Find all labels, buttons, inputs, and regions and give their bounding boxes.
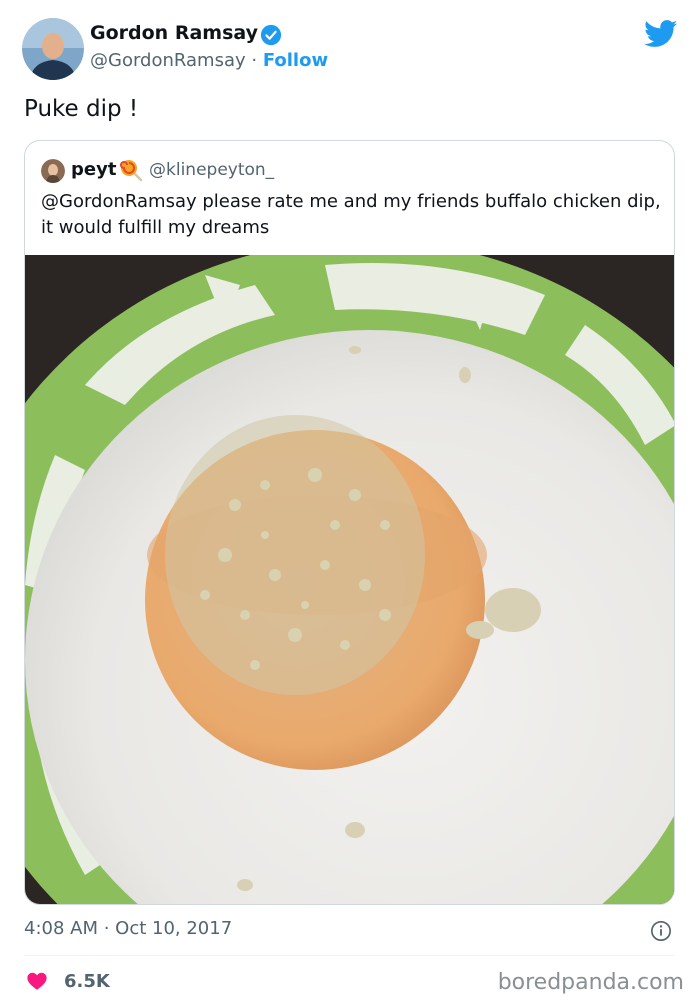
info-icon[interactable] — [650, 920, 672, 942]
author-avatar[interactable] — [22, 18, 84, 80]
like-count[interactable]: 6.5K — [64, 971, 110, 992]
tweet-text: Puke dip ! — [24, 96, 139, 122]
author-handle[interactable]: @GordonRamsay — [90, 50, 246, 71]
author-handle-line: @GordonRamsay · Follow — [90, 50, 328, 71]
quoted-tweet-card[interactable]: peyt @klinepeyton_ @GordonRamsay please … — [24, 140, 675, 905]
quoted-text: @GordonRamsay please rate me and my frie… — [41, 191, 661, 238]
twitter-bird-icon[interactable] — [644, 20, 678, 48]
quoted-handle[interactable]: @klinepeyton_ — [149, 160, 274, 180]
handle-separator: · — [245, 50, 263, 71]
verified-badge-icon — [260, 24, 282, 46]
heart-icon[interactable] — [26, 970, 48, 992]
lollipop-emoji-icon — [120, 160, 143, 182]
follow-button[interactable]: Follow — [263, 50, 328, 71]
author-name[interactable]: Gordon Ramsay — [90, 22, 258, 44]
quoted-name[interactable]: peyt — [71, 159, 116, 180]
buffalo-dip-photo[interactable] — [25, 255, 675, 905]
footer-divider — [24, 955, 675, 956]
quoted-avatar[interactable] — [41, 159, 65, 183]
source-watermark: boredpanda.com — [497, 970, 684, 995]
tweet-timestamp[interactable]: 4:08 AM · Oct 10, 2017 — [24, 918, 232, 939]
